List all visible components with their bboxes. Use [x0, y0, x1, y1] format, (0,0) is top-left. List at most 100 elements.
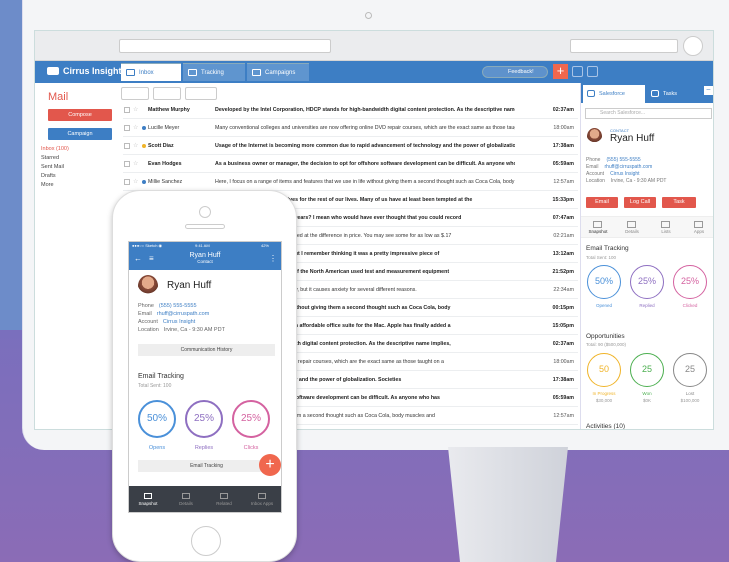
minimize-icon[interactable]: –	[704, 86, 713, 95]
salesforce-search[interactable]: Search Salesforce...	[585, 108, 712, 119]
account-link[interactable]: Cirrus Insight	[610, 171, 639, 177]
phone-link[interactable]: (555) 555-5555	[159, 303, 197, 309]
compose-button[interactable]: Compose	[48, 109, 112, 121]
browser-search-bar[interactable]	[570, 39, 678, 53]
feedback-button[interactable]: Feedback!	[482, 66, 548, 78]
email-link[interactable]: rhuff@cirruspath.com	[157, 311, 210, 317]
tab-campaigns[interactable]: Campaigns	[247, 63, 309, 81]
tab-details[interactable]: Details	[167, 493, 205, 506]
row-time: 18:00am	[553, 125, 574, 131]
table-row[interactable]: ☆ Evan Hodges As a business owner or manag…	[123, 155, 578, 173]
tab-snapshot[interactable]: Snapshot	[129, 493, 167, 506]
folder-inbox[interactable]: Inbox (100)	[41, 145, 69, 154]
settings-icon[interactable]	[572, 66, 583, 77]
panel-toggle-icon[interactable]	[587, 66, 598, 77]
nav-apps[interactable]: Apps	[682, 221, 713, 234]
more-icon[interactable]: ⋮	[269, 254, 277, 263]
row-checkbox[interactable]	[124, 125, 130, 131]
status-dot	[142, 126, 146, 130]
task-button[interactable]: Task	[662, 197, 696, 208]
address-bar[interactable]	[119, 39, 331, 53]
row-subject: Many conventional colleges and universit…	[215, 125, 515, 131]
table-row[interactable]: ☆ Matthew Murphy Developed by the Intel Co…	[123, 101, 578, 119]
tracking-ring: 25%	[185, 400, 223, 438]
row-checkbox[interactable]	[124, 179, 130, 185]
tracking-label: Opened	[595, 303, 612, 308]
opportunity-amount: $100,000	[680, 398, 700, 403]
contact-info: Phone (555) 555-5555 Email rhuff@cirruspat…	[138, 303, 225, 333]
phone-link[interactable]: (555) 555-5555	[606, 157, 640, 163]
row-time: 02:37am	[552, 107, 574, 113]
row-checkbox[interactable]	[124, 143, 130, 149]
row-checkbox[interactable]	[124, 161, 130, 167]
menu-icon[interactable]: ≡	[149, 254, 154, 263]
folder-drafts[interactable]: Drafts	[41, 172, 69, 181]
tracking-ring: 50%	[138, 400, 176, 438]
row-time: 05:59am	[552, 161, 574, 167]
star-icon[interactable]: ☆	[133, 101, 138, 119]
opportunities-sub: Total: 90 ($500,000)	[586, 342, 627, 347]
folder-sent[interactable]: Sent Mail	[41, 163, 69, 172]
check-icon	[651, 90, 659, 97]
tab-inbox-apps[interactable]: Inbox Apps	[243, 493, 281, 506]
add-icon[interactable]: +	[553, 64, 568, 79]
avatar	[138, 275, 158, 297]
tracking-ring: 25%	[673, 265, 707, 299]
row-time: 22:34am	[553, 287, 574, 293]
log-call-button[interactable]: Log Call	[624, 197, 656, 208]
row-time: 21:52pm	[552, 269, 575, 275]
back-icon[interactable]: ←	[134, 254, 142, 263]
row-sender: Millie Sanchez	[148, 179, 183, 185]
star-icon[interactable]: ☆	[133, 155, 138, 173]
communication-history-button[interactable]: Communication History	[138, 344, 275, 356]
phone-speaker	[185, 224, 225, 229]
more-button[interactable]	[185, 87, 217, 100]
nav-snapshot[interactable]: Snapshot	[581, 221, 615, 234]
add-button[interactable]: +	[259, 454, 281, 476]
profile-avatar[interactable]	[683, 36, 703, 56]
folder-starred[interactable]: Starred	[41, 154, 69, 163]
phone-header: ← ≡ Ryan Huff Contact ⋮	[129, 250, 281, 270]
opportunity-ring: 50	[587, 353, 621, 387]
mail-title: Mail	[48, 91, 69, 103]
row-subject: As a business owner or manager, the deci…	[215, 161, 515, 167]
tab-related[interactable]: Related	[205, 493, 243, 506]
select-all-checkbox[interactable]	[121, 87, 149, 100]
tab-inbox[interactable]: Inbox	[121, 63, 181, 81]
row-time: 02:21am	[553, 233, 574, 239]
phone-tab-bar: Snapshot Details Related Inbox Apps	[129, 486, 281, 512]
salesforce-panel: Salesforce Tasks – Search Salesforce... …	[580, 83, 713, 429]
folder-more[interactable]: More	[41, 181, 69, 190]
star-icon[interactable]: ☆	[133, 119, 138, 137]
tab-tasks[interactable]: Tasks	[647, 85, 697, 103]
nav-lists[interactable]: Lists	[649, 221, 683, 234]
row-time: 17:38am	[552, 143, 574, 149]
cloud-icon	[587, 90, 595, 97]
row-time: 12:57am	[553, 179, 574, 185]
table-row[interactable]: ☆ Millie Sanchez Here, I focus on a range …	[123, 173, 578, 191]
star-icon[interactable]: ☆	[133, 173, 138, 191]
refresh-button[interactable]	[153, 87, 181, 100]
row-checkbox[interactable]	[124, 107, 130, 113]
campaign-button[interactable]: Campaign	[48, 128, 112, 140]
email-link[interactable]: rhuff@cirruspath.com	[605, 164, 653, 170]
tab-salesforce[interactable]: Salesforce	[583, 85, 645, 103]
nav-details[interactable]: Details	[615, 221, 649, 234]
home-button[interactable]	[191, 526, 221, 556]
tab-tracking[interactable]: Tracking	[183, 63, 245, 81]
tracking-label: Replied	[639, 303, 655, 308]
table-row[interactable]: ☆ Scott Diaz Usage of the Internet is beco…	[123, 137, 578, 155]
star-icon[interactable]: ☆	[133, 137, 138, 155]
email-button[interactable]: Email	[586, 197, 618, 208]
panel-tabs: Salesforce Tasks –	[581, 83, 713, 103]
browser-toolbar	[35, 31, 713, 61]
row-subject: Usage of the Internet is becoming more c…	[215, 143, 515, 149]
table-row[interactable]: ☆ Lucille Meyer Many conventional colleges…	[123, 119, 578, 137]
brand-logo: Cirrus Insight	[47, 66, 122, 76]
apps-icon	[258, 493, 266, 499]
details-icon	[182, 493, 190, 499]
email-tracking-button[interactable]: Email Tracking	[138, 460, 275, 472]
related-icon	[220, 493, 228, 499]
account-link[interactable]: Cirrus Insight	[163, 319, 195, 325]
webcam	[365, 12, 372, 19]
